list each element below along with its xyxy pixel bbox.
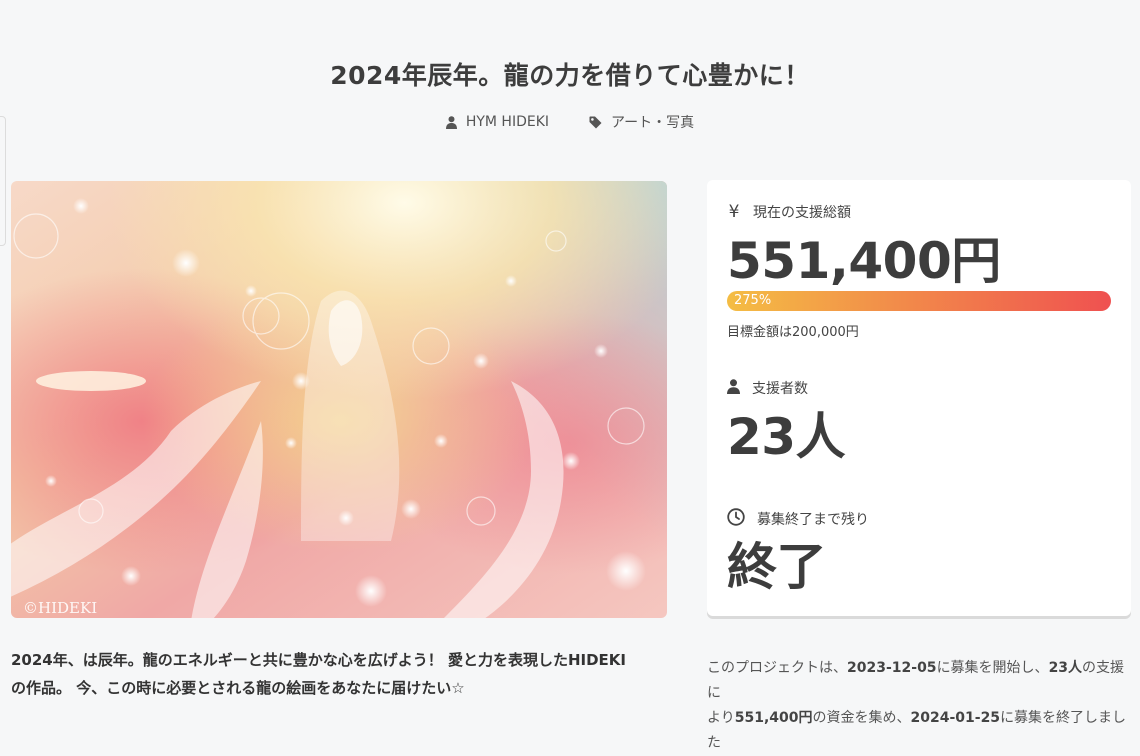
supporters-count: 23人 <box>727 408 846 466</box>
summary-amount: 551,400円 <box>734 710 813 726</box>
category-name: アート・写真 <box>611 115 695 131</box>
author-name: HYM HIDEKI <box>465 114 550 130</box>
summary-text: より <box>707 710 735 726</box>
category-link[interactable]: アート・写真 <box>589 112 694 132</box>
project-meta: HYM HIDEKI アート・写真 <box>0 112 1140 132</box>
project-image: ©HIDEKI <box>11 181 667 618</box>
summary-supporters: 23人 <box>1048 660 1083 676</box>
funding-card: ¥ 現在の支援総額 551,400円 275% 目標金額は200,000円 支援… <box>707 180 1131 616</box>
project-description: 2024年、は辰年。龍のエネルギーと共に豊かな心を広げよう！ 愛と力を表現したH… <box>11 646 671 702</box>
progress-bar: 275% <box>727 291 1111 311</box>
user-icon <box>445 115 457 129</box>
progress-percent: 275% <box>734 293 772 308</box>
remaining-value: 終了 <box>727 538 827 596</box>
summary-text: の資金を集め、 <box>812 710 911 726</box>
remaining-label-row: 募集終了まで残り <box>727 508 869 530</box>
description-line-1: 2024年、は辰年。龍のエネルギーと共に豊かな心を広げよう！ 愛と力を表現したH… <box>11 651 627 669</box>
supporter-icon <box>727 378 740 398</box>
clock-icon <box>727 508 745 530</box>
summary-text: このプロジェクトは、 <box>707 660 847 676</box>
end-date: 2024-01-25 <box>910 710 1001 726</box>
page-title: 2024年辰年。龍の力を借りて心豊かに！ <box>330 61 810 90</box>
summary-line-1: このプロジェクトは、2023-12-05に募集を開始し、23人の支援に <box>707 656 1137 706</box>
total-amount: 551,400円 <box>727 232 1001 290</box>
total-label: 現在の支援総額 <box>753 205 851 221</box>
summary-line-2: より551,400円の資金を集め、2024-01-25に募集を終了しました <box>707 706 1137 756</box>
image-watermark: ©HIDEKI <box>23 599 97 617</box>
supporters-label: 支援者数 <box>752 381 808 397</box>
project-summary: このプロジェクトは、2023-12-05に募集を開始し、23人の支援に より55… <box>707 656 1137 756</box>
summary-text: に募集を開始し、 <box>936 660 1049 676</box>
remaining-label: 募集終了まで残り <box>757 512 869 528</box>
yen-icon: ¥ <box>728 202 740 222</box>
start-date: 2023-12-05 <box>847 660 937 676</box>
tag-icon <box>589 116 602 129</box>
description-line-2: の作品。 今、この時に必要とされる龍の絵画をあなたに届けたい☆ <box>11 679 465 697</box>
author-link[interactable]: HYM HIDEKI <box>445 112 550 132</box>
goal-amount: 目標金額は200,000円 <box>727 325 859 340</box>
supporters-label-row: 支援者数 <box>727 378 808 398</box>
total-label-row: ¥ 現在の支援総額 <box>727 202 851 222</box>
side-tab[interactable] <box>0 116 6 246</box>
